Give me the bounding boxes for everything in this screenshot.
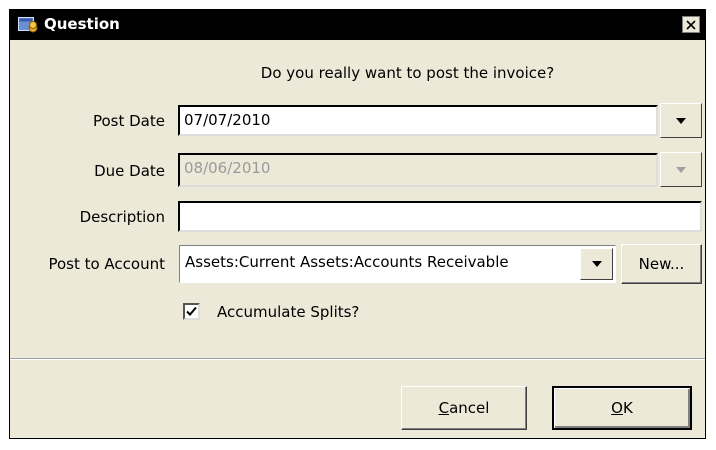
post-date-value: 07/07/2010 [184, 111, 271, 129]
due-date-label: Due Date [94, 162, 165, 180]
post-date-dropdown-button[interactable] [660, 103, 702, 138]
post-to-account-combo[interactable]: Assets:Current Assets:Accounts Receivabl… [179, 245, 616, 283]
due-date-input: 08/06/2010 [178, 153, 658, 187]
close-icon [686, 19, 696, 30]
close-button[interactable] [682, 16, 700, 33]
new-account-button[interactable]: New... [621, 244, 702, 284]
description-input[interactable] [178, 201, 702, 232]
chevron-down-icon [591, 261, 602, 267]
checkmark-icon [186, 306, 197, 316]
accumulate-splits-checkbox[interactable] [183, 303, 200, 320]
window-title: Question [44, 15, 120, 33]
chevron-down-icon [676, 166, 686, 173]
separator [10, 358, 705, 360]
account-dropdown-button[interactable] [580, 248, 613, 280]
title-bar[interactable]: Question [10, 10, 705, 40]
due-date-dropdown-button [660, 152, 702, 187]
new-button-label: New... [638, 255, 685, 273]
due-date-value: 08/06/2010 [184, 159, 271, 177]
accumulate-splits-label: Accumulate Splits? [217, 303, 360, 321]
post-to-account-label: Post to Account [48, 255, 165, 273]
cancel-button-label: Cancel [438, 399, 490, 417]
description-label: Description [79, 208, 165, 226]
question-text: Do you really want to post the invoice? [260, 64, 555, 82]
chevron-down-icon [676, 117, 686, 124]
post-date-label: Post Date [92, 112, 165, 130]
ok-button[interactable]: OK [552, 386, 692, 430]
cancel-button[interactable]: Cancel [401, 386, 527, 430]
post-date-input[interactable]: 07/07/2010 [178, 105, 658, 136]
app-window-icon [18, 17, 38, 33]
post-to-account-value: Assets:Current Assets:Accounts Receivabl… [185, 253, 509, 271]
ok-button-label: OK [611, 399, 633, 417]
question-dialog: Question Do you really want to post the … [9, 9, 706, 439]
